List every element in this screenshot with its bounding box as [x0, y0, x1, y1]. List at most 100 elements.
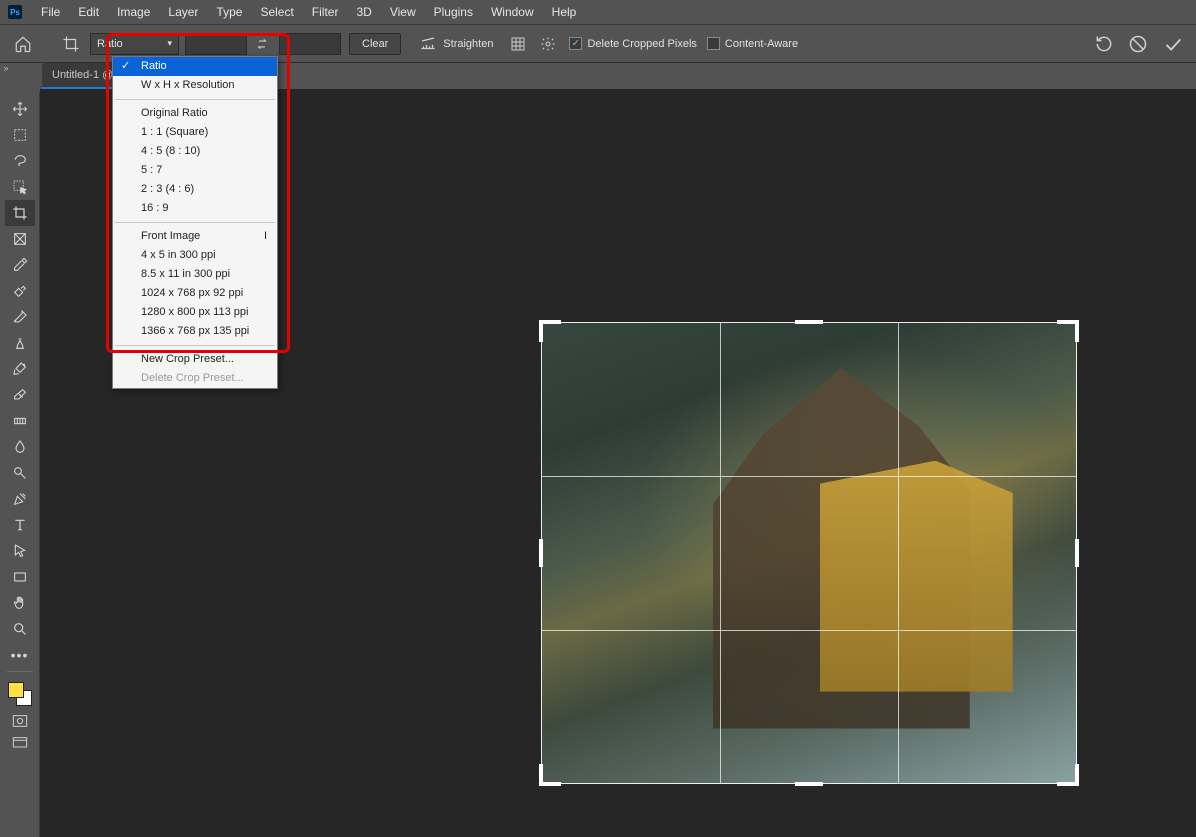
brush-tool[interactable] [5, 304, 35, 330]
dropdown-item-4x5in[interactable]: 4 x 5 in 300 ppi [113, 246, 277, 265]
dropdown-shortcut: I [264, 229, 267, 244]
dropdown-item-16-9[interactable]: 16 : 9 [113, 199, 277, 218]
menu-file[interactable]: File [32, 5, 69, 19]
dropdown-item-8p5x11in[interactable]: 8.5 x 11 in 300 ppi [113, 265, 277, 284]
menu-view[interactable]: View [381, 5, 425, 19]
clone-stamp-tool[interactable] [5, 330, 35, 356]
object-selection-tool[interactable] [5, 174, 35, 200]
edit-toolbar-button[interactable]: ••• [5, 642, 35, 668]
eyedropper-tool[interactable] [5, 252, 35, 278]
expand-panels-toggle[interactable]: » [0, 60, 12, 76]
crop-region[interactable] [541, 322, 1077, 784]
crop-tool[interactable] [5, 200, 35, 226]
grid-line [541, 476, 1077, 477]
tools-panel: ••• [0, 92, 40, 837]
dropdown-item-label: Front Image [141, 230, 200, 242]
path-selection-tool[interactable] [5, 538, 35, 564]
dropdown-separator [115, 222, 275, 223]
dropdown-item-4-5[interactable]: 4 : 5 (8 : 10) [113, 142, 277, 161]
crop-handle-left[interactable] [539, 539, 543, 567]
overlay-grid-icon[interactable] [507, 33, 529, 55]
dropdown-separator [115, 345, 275, 346]
cancel-crop-button[interactable] [1128, 34, 1148, 54]
dropdown-item-5-7[interactable]: 5 : 7 [113, 161, 277, 180]
dropdown-item-1366x768[interactable]: 1366 x 768 px 135 ppi [113, 322, 277, 341]
zoom-tool[interactable] [5, 616, 35, 642]
crop-handle-tr[interactable] [1055, 322, 1077, 344]
hand-tool[interactable] [5, 590, 35, 616]
menu-type[interactable]: Type [207, 5, 251, 19]
dropdown-item-2-3[interactable]: 2 : 3 (4 : 6) [113, 180, 277, 199]
menu-plugins[interactable]: Plugins [425, 5, 482, 19]
history-brush-tool[interactable] [5, 356, 35, 382]
swap-dimensions-button[interactable] [251, 33, 273, 55]
crop-handle-tl[interactable] [541, 322, 563, 344]
foreground-color-swatch[interactable] [8, 682, 24, 698]
menu-edit[interactable]: Edit [69, 5, 108, 19]
menu-layer[interactable]: Layer [159, 5, 207, 19]
menu-window[interactable]: Window [482, 5, 543, 19]
commit-controls [1094, 33, 1184, 55]
dropdown-item-1280x800[interactable]: 1280 x 800 px 113 ppi [113, 303, 277, 322]
commit-crop-button[interactable] [1162, 33, 1184, 55]
crop-options-gear-icon[interactable] [537, 33, 559, 55]
blur-tool[interactable] [5, 434, 35, 460]
chevron-down-icon: ▾ [167, 38, 172, 49]
move-tool[interactable] [5, 96, 35, 122]
lasso-tool[interactable] [5, 148, 35, 174]
toolbar-separator [7, 671, 33, 672]
reset-crop-button[interactable] [1094, 34, 1114, 54]
menu-3d[interactable]: 3D [347, 5, 380, 19]
crop-handle-bl[interactable] [541, 762, 563, 784]
crop-handle-right[interactable] [1075, 539, 1079, 567]
grid-line [898, 322, 899, 784]
crop-handle-br[interactable] [1055, 762, 1077, 784]
screen-mode-button[interactable] [6, 733, 34, 753]
menu-select[interactable]: Select [251, 5, 302, 19]
healing-brush-tool[interactable] [5, 278, 35, 304]
crop-border [541, 322, 1077, 784]
crop-overlay [541, 322, 1077, 784]
quick-mask-button[interactable] [6, 711, 34, 731]
eraser-tool[interactable] [5, 382, 35, 408]
grid-line [541, 630, 1077, 631]
straighten-icon[interactable] [417, 33, 439, 55]
aspect-ratio-select[interactable]: Ratio ▾ [90, 33, 179, 55]
content-aware-checkbox-wrap[interactable]: Content-Aware [707, 37, 798, 50]
crop-handle-top[interactable] [795, 320, 823, 324]
dropdown-item-1-1[interactable]: 1 : 1 (Square) [113, 123, 277, 142]
delete-cropped-checkbox[interactable] [569, 37, 582, 50]
aspect-ratio-dropdown: Ratio W x H x Resolution Original Ratio … [112, 56, 278, 389]
dropdown-item-delete-preset: Delete Crop Preset... [113, 369, 277, 388]
document-tab-label: Untitled-1 @ [52, 69, 113, 81]
crop-height-input[interactable] [279, 33, 341, 55]
delete-cropped-label: Delete Cropped Pixels [587, 38, 696, 50]
content-aware-checkbox[interactable] [707, 37, 720, 50]
pen-tool[interactable] [5, 486, 35, 512]
app-logo: Ps [8, 5, 22, 19]
dropdown-item-front-image[interactable]: Front Image I [113, 227, 277, 246]
home-button[interactable] [8, 29, 38, 59]
gradient-tool[interactable] [5, 408, 35, 434]
content-aware-label: Content-Aware [725, 38, 798, 50]
dropdown-item-original[interactable]: Original Ratio [113, 104, 277, 123]
crop-tool-icon[interactable] [56, 29, 86, 59]
dropdown-item-ratio[interactable]: Ratio [113, 57, 277, 76]
color-swatches[interactable] [5, 679, 35, 709]
crop-handle-bottom[interactable] [795, 782, 823, 786]
menu-filter[interactable]: Filter [303, 5, 348, 19]
menu-help[interactable]: Help [543, 5, 586, 19]
menu-bar: Ps File Edit Image Layer Type Select Fil… [0, 0, 1196, 25]
dropdown-item-new-preset[interactable]: New Crop Preset... [113, 350, 277, 369]
rectangle-tool[interactable] [5, 564, 35, 590]
frame-tool[interactable] [5, 226, 35, 252]
menu-image[interactable]: Image [108, 5, 159, 19]
dropdown-item-wxh[interactable]: W x H x Resolution [113, 76, 277, 95]
clear-button[interactable]: Clear [349, 33, 401, 55]
marquee-tool[interactable] [5, 122, 35, 148]
dodge-tool[interactable] [5, 460, 35, 486]
dropdown-item-1024x768[interactable]: 1024 x 768 px 92 ppi [113, 284, 277, 303]
crop-width-input[interactable] [185, 33, 247, 55]
type-tool[interactable] [5, 512, 35, 538]
delete-cropped-checkbox-wrap[interactable]: Delete Cropped Pixels [569, 37, 696, 50]
